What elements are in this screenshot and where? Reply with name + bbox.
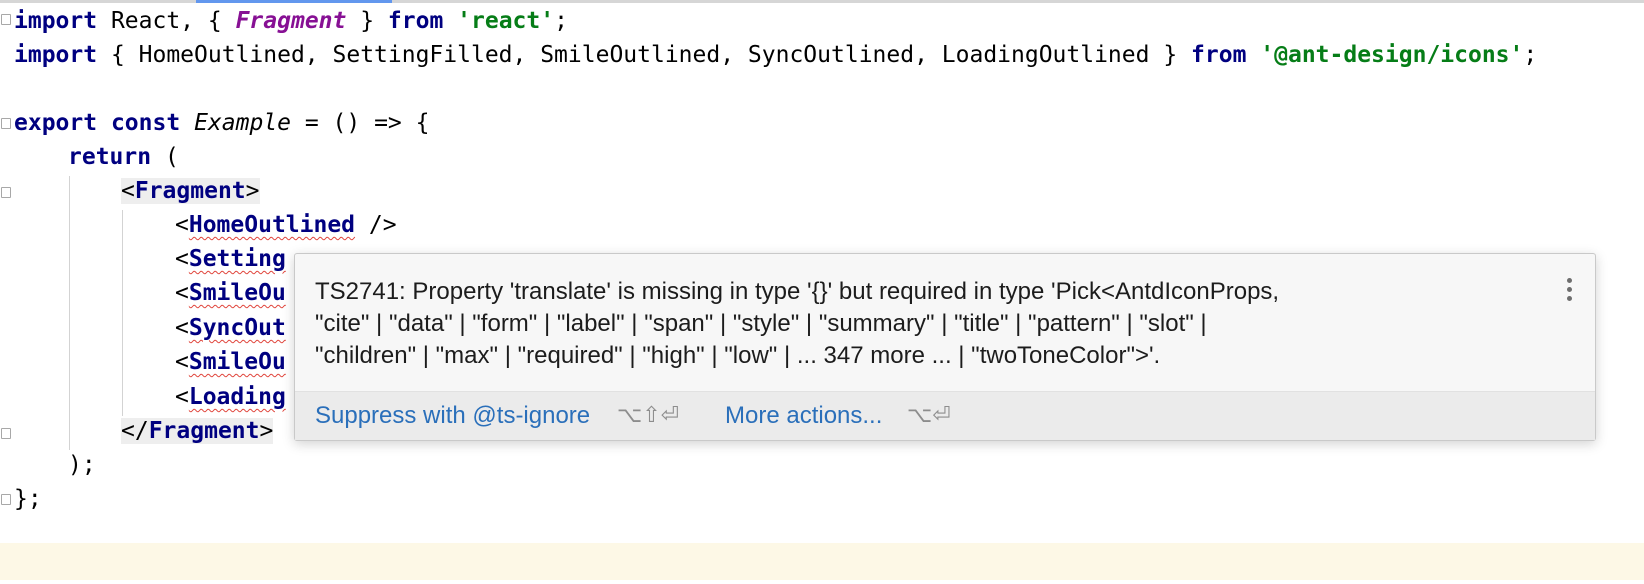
error-message: TS2741: Property 'translate' is missing …: [315, 276, 1515, 372]
indent-guide: [122, 210, 123, 416]
code-text: <: [175, 349, 189, 375]
current-line-highlight: [0, 543, 1644, 580]
jsx-tag: Fragment: [134, 178, 246, 204]
code-text: />: [355, 212, 397, 238]
keyword: return: [68, 144, 152, 170]
keyword: from: [1191, 42, 1247, 68]
code-text: <: [175, 246, 189, 272]
code-text: >: [245, 178, 260, 204]
jsx-tag-error: SmileOu: [188, 280, 286, 306]
code-line-10[interactable]: <SyncOut: [175, 311, 286, 345]
code-text: );: [68, 452, 96, 478]
code-line-8[interactable]: <Setting: [175, 242, 286, 276]
code-text: ;: [1523, 42, 1538, 68]
more-actions-link[interactable]: More actions...: [725, 402, 882, 430]
keyword: import: [14, 8, 98, 34]
code-text: <: [121, 178, 135, 204]
keyword: from: [387, 8, 444, 34]
fold-marker-icon[interactable]: [1, 14, 11, 25]
fold-marker-icon[interactable]: [1, 494, 11, 505]
jsx-tag-error: SmileOu: [188, 349, 286, 375]
code-line-6[interactable]: <Fragment>: [121, 174, 260, 208]
code-line-14[interactable]: );: [68, 448, 96, 482]
code-line-5[interactable]: return (: [68, 140, 179, 174]
suppress-shortcut: ⌥⇧⏎: [617, 403, 680, 428]
identifier: Fragment: [235, 8, 347, 34]
error-message-line: "children" | "max" | "required" | "high"…: [315, 342, 1161, 369]
code-text: <: [175, 315, 189, 341]
jsx-tag-error: Loading: [188, 384, 286, 410]
code-line-9[interactable]: <SmileOu: [175, 276, 286, 310]
code-line-13[interactable]: </Fragment>: [121, 414, 274, 448]
keyword: export: [14, 110, 98, 136]
code-text: };: [14, 486, 42, 512]
code-text: <: [175, 280, 189, 306]
code-text: { HomeOutlined, SettingFilled, SmileOutl…: [97, 42, 1192, 68]
code-line-4[interactable]: export const Example = () => {: [14, 106, 429, 140]
code-line-15[interactable]: };: [14, 482, 42, 516]
code-text: = () => {: [291, 110, 430, 136]
more-options-icon[interactable]: [1567, 278, 1573, 305]
fold-marker-icon[interactable]: [1, 118, 11, 129]
code-line-11[interactable]: <SmileOu: [175, 345, 286, 379]
more-actions-shortcut: ⌥⏎: [907, 403, 951, 428]
string-literal: '@ant-design/icons': [1260, 42, 1524, 68]
jsx-tag-error: Setting: [188, 246, 286, 272]
error-message-line: TS2741: Property 'translate' is missing …: [315, 278, 1280, 305]
suppress-ts-ignore-link[interactable]: Suppress with @ts-ignore: [315, 402, 590, 430]
code-line-12[interactable]: <Loading: [175, 380, 286, 414]
code-line-7[interactable]: <HomeOutlined />: [175, 208, 397, 242]
jsx-tag-error: SyncOut: [188, 315, 286, 341]
code-text: </: [121, 418, 149, 444]
code-text: React, {: [97, 8, 236, 34]
error-message-line: "cite" | "data" | "form" | "label" | "sp…: [315, 310, 1207, 337]
indent-guide: [69, 176, 70, 450]
identifier: Example: [194, 110, 291, 136]
popup-action-bar: Suppress with @ts-ignore ⌥⇧⏎ More action…: [295, 391, 1595, 440]
jsx-tag-error: HomeOutlined: [188, 212, 356, 238]
string-literal: 'react': [457, 8, 555, 34]
code-text: (: [151, 144, 179, 170]
code-text: <: [175, 212, 189, 238]
jsx-tag: Fragment: [148, 418, 260, 444]
fold-marker-icon[interactable]: [1, 428, 11, 439]
code-text: ;: [554, 8, 568, 34]
error-tooltip-popup: TS2741: Property 'translate' is missing …: [294, 253, 1596, 441]
editor-tab-indicator: [196, 0, 392, 3]
keyword: const: [110, 110, 181, 136]
fold-marker-icon[interactable]: [1, 187, 11, 198]
code-line-1[interactable]: import React, { Fragment } from 'react';: [14, 4, 568, 38]
code-text: <: [175, 384, 189, 410]
code-text: }: [346, 8, 388, 34]
keyword: import: [14, 42, 98, 68]
code-line-2[interactable]: import { HomeOutlined, SettingFilled, Sm…: [14, 38, 1537, 72]
code-text: >: [259, 418, 274, 444]
